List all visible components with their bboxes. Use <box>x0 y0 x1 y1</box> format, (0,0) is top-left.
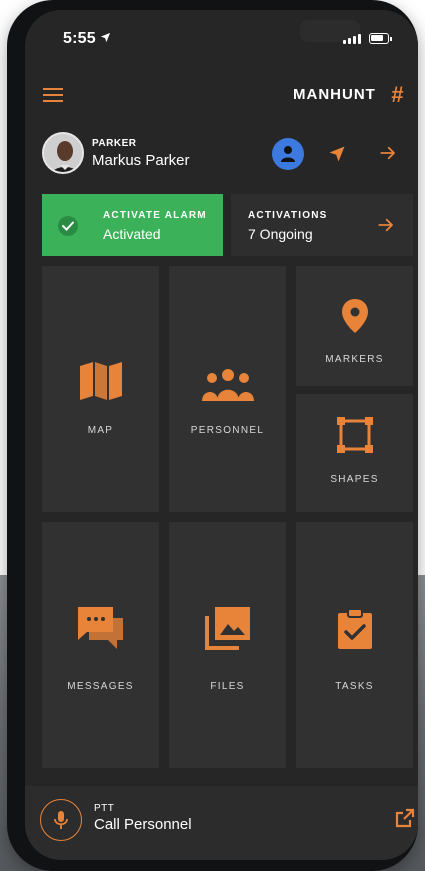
navigation-arrow-icon[interactable] <box>328 145 346 168</box>
tile-map[interactable]: MAP <box>42 266 159 512</box>
cellular-signal-icon <box>343 34 361 44</box>
menu-icon[interactable] <box>43 88 63 102</box>
alarm-label: ACTIVATE ALARM <box>103 210 207 221</box>
location-pin-icon <box>341 298 369 339</box>
call-personnel-text[interactable]: Call Personnel <box>94 816 192 833</box>
tile-messages-label: MESSAGES <box>67 681 134 692</box>
status-time: 5:55 <box>63 30 111 48</box>
profile-button[interactable] <box>272 138 304 170</box>
group-icon <box>201 368 255 407</box>
hash-icon[interactable]: # <box>391 82 403 108</box>
tile-files[interactable]: FILES <box>169 522 286 768</box>
ptt-label: PTT <box>94 803 115 814</box>
location-arrow-icon <box>100 32 111 46</box>
tile-shapes-label: SHAPES <box>330 474 379 485</box>
tile-markers[interactable]: MARKERS <box>296 266 413 386</box>
person-icon <box>281 146 295 162</box>
tile-tasks[interactable]: TASKS <box>296 522 413 768</box>
map-icon <box>79 361 123 406</box>
app-screen: 5:55 MANHUNT # PARKER Markus Parker ACTI… <box>25 10 418 860</box>
app-title: MANHUNT <box>293 86 376 103</box>
avatar[interactable] <box>42 132 84 174</box>
tile-markers-label: MARKERS <box>325 354 384 365</box>
status-time-text: 5:55 <box>63 30 96 47</box>
activations-button[interactable]: ACTIVATIONS 7 Ongoing <box>231 194 413 256</box>
square-shape-icon <box>336 416 374 459</box>
phone-frame: 5:55 MANHUNT # PARKER Markus Parker ACTI… <box>7 0 418 871</box>
tile-files-label: FILES <box>210 681 245 692</box>
arrow-right-icon <box>377 216 395 239</box>
open-in-new-icon[interactable] <box>395 808 415 833</box>
microphone-icon <box>54 811 68 829</box>
ptt-bar: PTT Call Personnel <box>25 786 418 860</box>
status-bar: 5:55 <box>25 10 418 54</box>
battery-icon <box>369 33 392 44</box>
user-role: PARKER <box>92 138 137 149</box>
activations-value: 7 Ongoing <box>248 226 313 242</box>
tile-tasks-label: TASKS <box>335 681 374 692</box>
user-name: Markus Parker <box>92 152 190 169</box>
arrow-right-icon[interactable] <box>379 144 397 167</box>
chat-bubbles-icon <box>77 606 125 655</box>
microphone-button[interactable] <box>40 799 82 841</box>
tile-map-label: MAP <box>87 425 114 436</box>
image-library-icon <box>204 606 251 655</box>
tile-personnel[interactable]: PERSONNEL <box>169 266 286 512</box>
tile-personnel-label: PERSONNEL <box>190 425 265 436</box>
check-circle-icon <box>58 216 78 236</box>
tile-messages[interactable]: MESSAGES <box>42 522 159 768</box>
activate-alarm-button[interactable]: ACTIVATE ALARM Activated <box>42 194 223 256</box>
clipboard-check-icon <box>337 608 373 655</box>
alarm-status: Activated <box>103 226 161 242</box>
activations-label: ACTIVATIONS <box>248 210 328 221</box>
tile-shapes[interactable]: SHAPES <box>296 394 413 512</box>
